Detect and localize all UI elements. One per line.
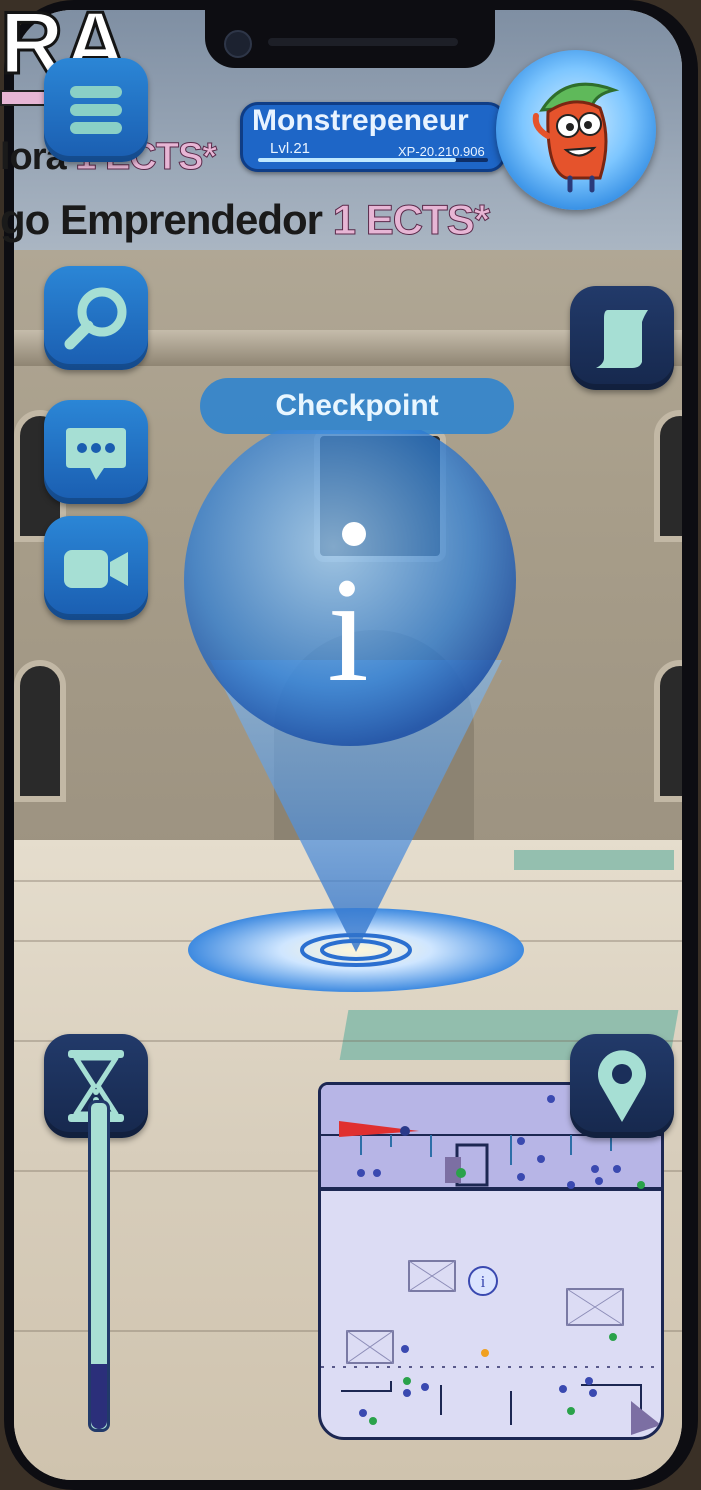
profile-xp: XP-20.210.906 [398, 144, 485, 159]
avatar[interactable] [496, 50, 656, 210]
course-line-2: go Emprendedor 1 ECTS* [0, 196, 491, 244]
course-line-2-text: go Emprendedor [0, 196, 333, 243]
menu-button[interactable] [44, 58, 148, 162]
profile-level: Lvl.21 [270, 140, 311, 157]
course-line-2-credit: 1 ECTS* [332, 196, 490, 244]
pavement-tile [514, 850, 674, 870]
front-camera [224, 30, 252, 58]
timer-progress-fill [91, 1363, 107, 1429]
video-camera-icon [64, 550, 128, 588]
chat-bubble-icon [66, 428, 126, 480]
search-icon [64, 287, 127, 350]
search-button[interactable] [44, 266, 148, 370]
monster-avatar-icon [532, 82, 620, 193]
scroll-icon [596, 310, 648, 368]
xp-progress-fill [258, 158, 456, 162]
profile-name: Monstrepeneur [252, 104, 469, 137]
checkpoint-marker[interactable]: i [180, 430, 530, 1000]
building-window [14, 660, 66, 802]
marker-info-dot [342, 522, 366, 546]
marker-info-glyph: i [327, 547, 369, 713]
video-button[interactable] [44, 516, 148, 620]
chat-button[interactable] [44, 400, 148, 504]
earpiece-speaker [268, 38, 458, 46]
menu-icon [70, 86, 122, 134]
minimap-info-glyph: i [481, 1272, 486, 1291]
checkpoint-label: Checkpoint [200, 378, 514, 434]
building-window [654, 660, 682, 802]
building-window [654, 410, 682, 542]
location-button[interactable] [570, 1034, 674, 1138]
quests-scroll-button[interactable] [570, 286, 674, 390]
location-pin-icon [598, 1050, 646, 1122]
